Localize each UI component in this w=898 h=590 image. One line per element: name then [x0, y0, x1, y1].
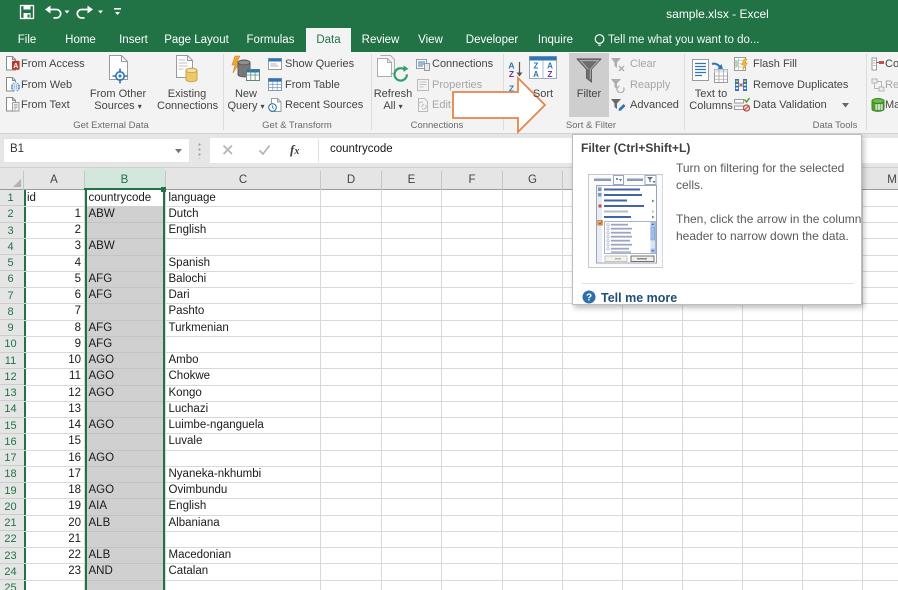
svg-text:A: A [13, 63, 18, 70]
svg-text:?: ? [586, 293, 592, 304]
